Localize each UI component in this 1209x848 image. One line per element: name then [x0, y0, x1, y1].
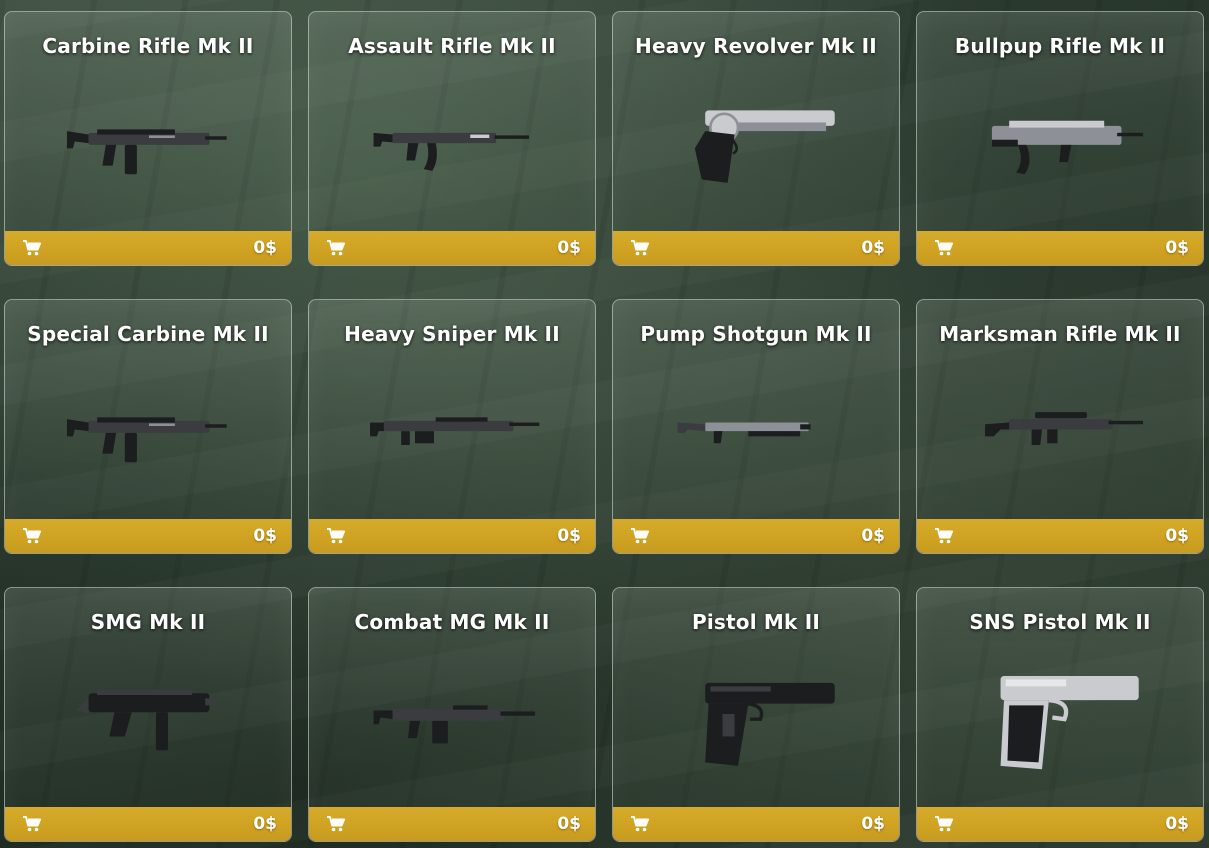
shotgun-icon: [657, 388, 857, 483]
shopping-cart-icon: [23, 240, 41, 256]
pistol-icon: [657, 676, 857, 771]
price-label: 0$: [861, 814, 885, 834]
weapon-name: Heavy Revolver Mk II: [635, 34, 877, 58]
price-label: 0$: [557, 814, 581, 834]
weapon-name: Assault Rifle Mk II: [348, 34, 556, 58]
weapon-card-pump-shotgun-mk2[interactable]: Pump Shotgun Mk II 0$: [612, 299, 900, 554]
weapon-name: Heavy Sniper Mk II: [344, 322, 560, 346]
weapon-card-heavy-sniper-mk2[interactable]: Heavy Sniper Mk II 0$: [308, 299, 596, 554]
buy-button[interactable]: 0$: [917, 807, 1203, 841]
weapon-name: Combat MG Mk II: [354, 610, 550, 634]
shopping-cart-icon: [935, 240, 953, 256]
shopping-cart-icon: [935, 816, 953, 832]
weapon-name: Pump Shotgun Mk II: [640, 322, 872, 346]
price-label: 0$: [557, 238, 581, 258]
shopping-cart-icon: [935, 528, 953, 544]
shopping-cart-icon: [327, 816, 345, 832]
price-label: 0$: [557, 526, 581, 546]
machine-gun-icon: [353, 676, 553, 771]
weapon-name: Carbine Rifle Mk II: [42, 34, 254, 58]
weapon-card-combat-mg-mk2[interactable]: Combat MG Mk II 0$: [308, 587, 596, 842]
buy-button[interactable]: 0$: [5, 519, 291, 553]
weapon-name: SMG Mk II: [90, 610, 206, 634]
shopping-cart-icon: [23, 816, 41, 832]
sns-pistol-icon: [961, 676, 1161, 771]
buy-button[interactable]: 0$: [309, 231, 595, 265]
shopping-cart-icon: [327, 240, 345, 256]
weapon-card-carbine-rifle-mk2[interactable]: Carbine Rifle Mk II 0$: [4, 11, 292, 266]
weapon-card-marksman-rifle-mk2[interactable]: Marksman Rifle Mk II 0$: [916, 299, 1204, 554]
shopping-cart-icon: [631, 816, 649, 832]
weapon-card-smg-mk2[interactable]: SMG Mk II 0$: [4, 587, 292, 842]
shopping-cart-icon: [327, 528, 345, 544]
price-label: 0$: [253, 526, 277, 546]
buy-button[interactable]: 0$: [5, 231, 291, 265]
price-label: 0$: [861, 526, 885, 546]
price-label: 0$: [1165, 814, 1189, 834]
weapon-card-heavy-revolver-mk2[interactable]: Heavy Revolver Mk II 0$: [612, 11, 900, 266]
weapon-name: Bullpup Rifle Mk II: [954, 34, 1166, 58]
weapon-card-assault-rifle-mk2[interactable]: Assault Rifle Mk II 0$: [308, 11, 596, 266]
price-label: 0$: [861, 238, 885, 258]
bullpup-rifle-icon: [961, 100, 1161, 195]
weapon-name: Special Carbine Mk II: [27, 322, 269, 346]
revolver-icon: [657, 100, 857, 195]
smg-icon: [49, 676, 249, 771]
weapon-grid: Carbine Rifle Mk II 0$ Assault Rifle Mk …: [4, 11, 1205, 842]
carbine-rifle-icon: [49, 100, 249, 195]
price-label: 0$: [253, 238, 277, 258]
weapon-name: SNS Pistol Mk II: [969, 610, 1151, 634]
shopping-cart-icon: [631, 240, 649, 256]
price-label: 0$: [253, 814, 277, 834]
buy-button[interactable]: 0$: [309, 807, 595, 841]
sniper-rifle-icon: [353, 388, 553, 483]
buy-button[interactable]: 0$: [613, 807, 899, 841]
weapon-card-pistol-mk2[interactable]: Pistol Mk II 0$: [612, 587, 900, 842]
assault-rifle-icon: [353, 100, 553, 195]
weapon-name: Pistol Mk II: [692, 610, 820, 634]
buy-button[interactable]: 0$: [613, 519, 899, 553]
buy-button[interactable]: 0$: [613, 231, 899, 265]
buy-button[interactable]: 0$: [309, 519, 595, 553]
price-label: 0$: [1165, 526, 1189, 546]
weapon-name: Marksman Rifle Mk II: [939, 322, 1181, 346]
weapon-card-special-carbine-mk2[interactable]: Special Carbine Mk II 0$: [4, 299, 292, 554]
weapon-card-sns-pistol-mk2[interactable]: SNS Pistol Mk II 0$: [916, 587, 1204, 842]
shopping-cart-icon: [23, 528, 41, 544]
buy-button[interactable]: 0$: [5, 807, 291, 841]
marksman-rifle-icon: [961, 388, 1161, 483]
price-label: 0$: [1165, 238, 1189, 258]
buy-button[interactable]: 0$: [917, 231, 1203, 265]
shopping-cart-icon: [631, 528, 649, 544]
special-carbine-icon: [49, 388, 249, 483]
weapon-card-bullpup-rifle-mk2[interactable]: Bullpup Rifle Mk II 0$: [916, 11, 1204, 266]
buy-button[interactable]: 0$: [917, 519, 1203, 553]
